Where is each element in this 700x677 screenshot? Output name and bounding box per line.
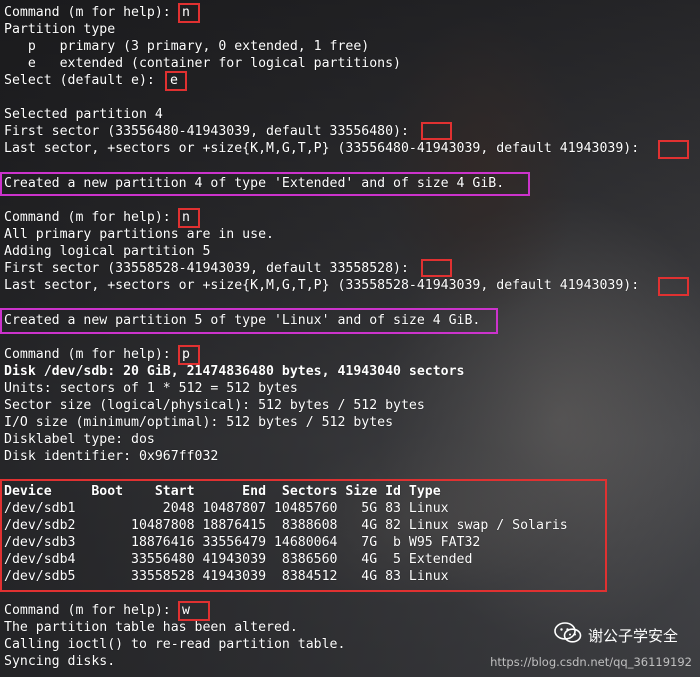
terminal-line: Sector size (logical/physical): 512 byte… — [4, 398, 425, 413]
terminal-line: Command (m for help): — [4, 5, 179, 20]
highlight-box — [165, 71, 187, 91]
partition-created-highlight — [0, 172, 530, 196]
highlight-box — [658, 277, 689, 296]
terminal-line: Disklabel type: dos — [4, 432, 155, 447]
terminal-line: e extended (container for logical partit… — [4, 56, 401, 71]
highlight-box — [421, 259, 452, 277]
terminal-line: I/O size (minimum/optimal): 512 bytes / … — [4, 415, 394, 430]
highlight-box — [421, 122, 452, 140]
highlight-box — [178, 3, 200, 23]
terminal-line: Last sector, +sectors or +size{K,M,G,T,P… — [4, 278, 648, 293]
terminal-line: Disk identifier: 0x967ff032 — [4, 449, 219, 464]
terminal-line: Adding logical partition 5 — [4, 244, 211, 259]
terminal-line: All primary partitions are in use. — [4, 227, 274, 242]
terminal-line: Command (m for help): — [4, 210, 179, 225]
terminal-line: Calling ioctl() to re-read partition tab… — [4, 637, 346, 652]
terminal-window[interactable]: Command (m for help): Partition type p p… — [0, 0, 700, 677]
terminal-line: Select (default e): — [4, 73, 163, 88]
terminal-line: First sector (33558528-41943039, default… — [4, 261, 417, 276]
terminal-line: Syncing disks. — [4, 654, 116, 669]
terminal-line: Selected partition 4 — [4, 107, 163, 122]
watermark-url: https://blog.csdn.net/qq_36119192 — [490, 655, 692, 669]
terminal-line: Units: sectors of 1 * 512 = 512 bytes — [4, 381, 298, 396]
highlight-box — [178, 208, 200, 228]
wechat-icon — [554, 621, 582, 649]
terminal-line: First sector (33556480-41943039, default… — [4, 124, 417, 139]
terminal-line: Partition type — [4, 22, 116, 37]
highlight-box — [178, 601, 210, 621]
partition-created-highlight — [0, 308, 498, 334]
disk-summary-line: Disk /dev/sdb: 20 GiB, 21474836480 bytes… — [4, 364, 465, 379]
partition-table-highlight — [0, 479, 607, 592]
terminal-line: Command (m for help): — [4, 603, 179, 618]
wechat-badge: 谢公子学安全 — [554, 621, 678, 649]
highlight-box — [178, 345, 200, 365]
terminal-line: Last sector, +sectors or +size{K,M,G,T,P… — [4, 141, 648, 156]
terminal-line: p primary (3 primary, 0 extended, 1 free… — [4, 39, 370, 54]
highlight-box — [658, 140, 689, 159]
wechat-label: 谢公子学安全 — [587, 626, 678, 645]
terminal-line: The partition table has been altered. — [4, 620, 298, 635]
terminal-line: Command (m for help): — [4, 347, 179, 362]
